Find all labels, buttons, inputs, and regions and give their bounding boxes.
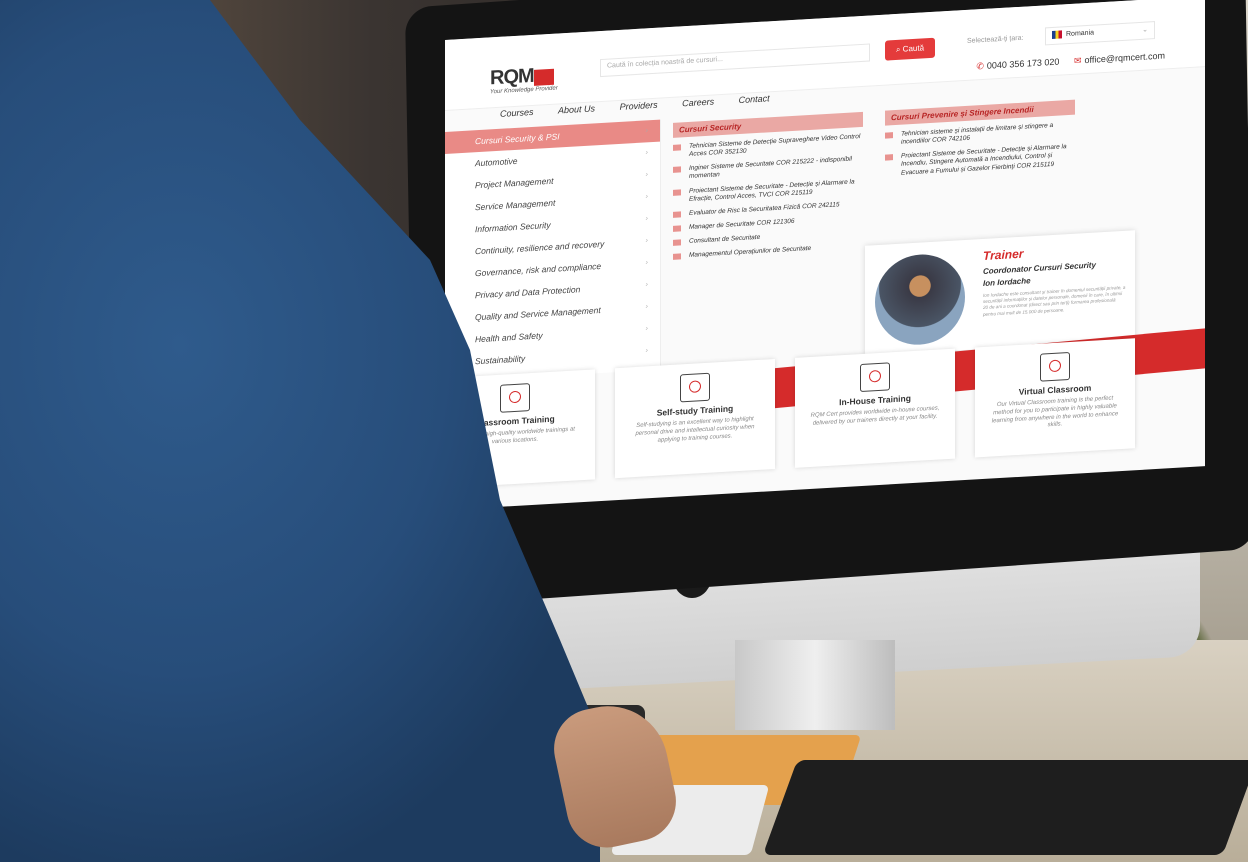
search-button[interactable]: ⌕ Caută <box>885 37 935 61</box>
country-label: Selectează-ți țara: <box>967 34 1024 45</box>
phone-number[interactable]: 0040 356 173 020 <box>987 57 1060 71</box>
trainer-bio: Ion Iordache este consultant și trainer … <box>983 284 1126 317</box>
contact-info: ✆ 0040 356 173 020 ✉ office@rqmcert.com <box>964 50 1165 73</box>
chevron-down-icon: ⌄ <box>1142 26 1148 34</box>
menu-label: Continuity, resilience and recovery <box>475 238 605 257</box>
trainer-role: Coordonator Cursuri Security <box>983 260 1096 276</box>
menu-label: Privacy and Data Protection <box>475 284 581 301</box>
card-virtual[interactable]: Virtual Classroom Our Virtual Classroom … <box>975 338 1135 458</box>
courses-menu: Cursuri Security & PSI › Automotive › Proj… <box>445 119 661 382</box>
phone-icon: ✆ <box>976 60 984 72</box>
menu-label: Quality and Service Management <box>475 305 601 323</box>
trainer-card: Trainer Coordonator Cursuri Security Ion… <box>865 230 1135 356</box>
card-in-house[interactable]: In-House Training RQM Cert provides worl… <box>795 348 955 468</box>
country-value: Romania <box>1066 29 1095 39</box>
badge-icon <box>860 362 890 393</box>
menu-label: Health and Safety <box>475 330 543 345</box>
site-logo[interactable]: RQM <box>490 63 570 90</box>
flag-icon <box>1052 30 1062 40</box>
logo-box-icon <box>533 68 554 86</box>
card-desc: Self-studying is an excellent way to hig… <box>635 416 755 444</box>
menu-label: Governance, risk and compliance <box>475 260 602 279</box>
monitor-stand <box>735 640 895 730</box>
chevron-right-icon: › <box>645 259 648 267</box>
chevron-right-icon: › <box>645 237 648 245</box>
search-input[interactable]: Caută în colecția noastră de cursuri... <box>600 43 870 78</box>
trainer-avatar <box>875 252 965 348</box>
card-self-study[interactable]: Self-study Training Self-studying is an … <box>615 358 775 479</box>
chevron-right-icon: › <box>645 325 648 333</box>
chevron-right-icon: › <box>645 171 648 179</box>
nav-contact[interactable]: Contact <box>739 93 770 105</box>
chevron-right-icon: › <box>645 215 648 223</box>
chevron-right-icon: › <box>645 127 648 135</box>
email-icon: ✉ <box>1073 55 1082 66</box>
chevron-right-icon: › <box>645 347 648 355</box>
email-link[interactable]: office@rqmcert.com <box>1085 50 1166 65</box>
menu-label: Information Security <box>475 219 551 235</box>
course-link[interactable]: Proiectant Sisteme de Securitate - Detec… <box>885 143 1075 178</box>
tablet-icon <box>1040 351 1070 382</box>
search-button-label: Caută <box>902 43 925 54</box>
nav-courses[interactable]: Courses <box>500 107 534 119</box>
menu-label: Cursuri Security & PSI <box>475 131 560 147</box>
tablet-device <box>762 760 1248 855</box>
menu-label: Automotive <box>475 155 518 169</box>
classroom-icon <box>500 383 530 413</box>
chevron-right-icon: › <box>645 303 648 311</box>
trainer-heading: Trainer <box>983 246 1024 263</box>
nav-providers[interactable]: Providers <box>620 100 658 112</box>
menu-label: Project Management <box>475 175 554 191</box>
card-desc: Our Virtual Classroom training is the pe… <box>991 395 1119 429</box>
trainer-name: Ion Iordache <box>983 276 1031 288</box>
menu-label: Sustainability <box>475 353 526 367</box>
nav-careers[interactable]: Careers <box>682 96 714 108</box>
chevron-right-icon: › <box>645 149 648 157</box>
chevron-right-icon: › <box>645 193 648 201</box>
menu-label: Service Management <box>475 197 556 213</box>
chevron-right-icon: › <box>645 281 648 289</box>
logo-text: RQM <box>490 64 534 90</box>
nav-about[interactable]: About Us <box>558 103 595 115</box>
course-column-security: Cursuri Security Tehnician Sisteme de De… <box>673 111 863 267</box>
country-select[interactable]: Romania ⌄ <box>1045 21 1155 46</box>
course-column-fire: Cursuri Prevenire și Stingere Incendii T… <box>885 99 1075 185</box>
website-screen: RQM Your Knowledge Provider Caută în col… <box>445 0 1205 511</box>
laptop-icon <box>680 372 710 403</box>
